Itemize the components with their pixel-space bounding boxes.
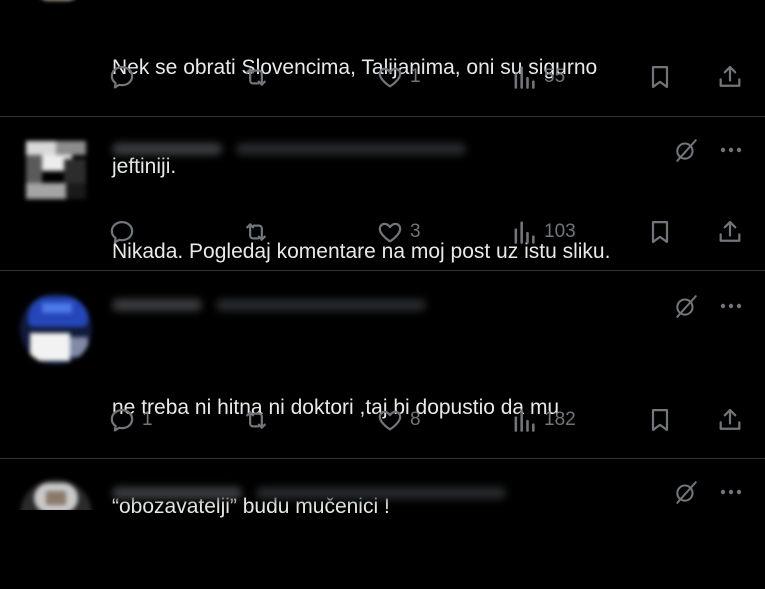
more-icon[interactable] <box>717 137 745 163</box>
bookmark-button[interactable] <box>646 405 674 435</box>
action-bar: 1 55 <box>108 62 748 92</box>
like-button[interactable]: 1 <box>376 62 421 92</box>
bookmark-icon <box>651 408 669 432</box>
blurred-author-name <box>112 143 222 155</box>
reply-button[interactable]: 1 <box>108 405 153 435</box>
views-button[interactable]: 55 <box>510 62 565 92</box>
reply-icon <box>110 220 134 244</box>
views-icon <box>514 66 535 89</box>
view-count: 182 <box>544 409 576 430</box>
blurred-author-handle <box>216 299 426 311</box>
bookmark-button[interactable] <box>646 62 674 92</box>
reply-icon <box>110 65 134 89</box>
post-header[interactable] <box>112 137 532 159</box>
reply-count: 1 <box>142 409 153 430</box>
post-1[interactable]: Nikada. Pogledaj komentare na moj post u… <box>0 117 765 270</box>
share-icon <box>719 220 741 242</box>
like-icon <box>378 410 402 431</box>
views-icon <box>514 409 535 432</box>
post-header[interactable] <box>112 293 532 315</box>
repost-button[interactable] <box>242 217 270 247</box>
post-3[interactable] <box>0 459 765 510</box>
views-button[interactable]: 182 <box>510 405 576 435</box>
post-header[interactable] <box>112 481 532 503</box>
bookmark-button[interactable] <box>646 217 674 247</box>
share-button[interactable] <box>716 217 744 247</box>
like-button[interactable]: 8 <box>376 405 421 435</box>
repost-button[interactable] <box>242 62 270 92</box>
post-text: ne treba ni hitna ni doktori ,taj bi dop… <box>112 396 560 518</box>
reply-button[interactable] <box>108 217 142 247</box>
like-icon <box>378 67 402 88</box>
action-bar: 3 103 <box>108 217 748 247</box>
reply-button[interactable] <box>108 62 142 92</box>
blurred-author-name <box>112 299 202 311</box>
bookmark-icon <box>651 220 669 244</box>
share-button[interactable] <box>716 405 744 435</box>
share-icon <box>719 65 741 87</box>
views-icon <box>514 221 535 244</box>
view-count: 55 <box>544 66 566 87</box>
action-bar: 1 8 182 <box>108 405 748 435</box>
view-count: 103 <box>544 221 576 242</box>
more-icon[interactable] <box>717 479 745 505</box>
blurred-author-name <box>112 487 242 499</box>
like-count: 8 <box>410 409 421 430</box>
repost-icon <box>246 68 266 86</box>
more-icon[interactable] <box>717 293 745 319</box>
bookmark-icon <box>651 65 669 89</box>
grok-icon[interactable] <box>673 293 699 319</box>
like-icon <box>378 222 402 243</box>
post-0[interactable]: Nek se obrati Slovencima, Talijanima, on… <box>0 0 765 178</box>
share-button[interactable] <box>716 62 744 92</box>
avatar[interactable] <box>20 293 92 365</box>
reply-icon <box>110 408 134 432</box>
post-2[interactable]: ne treba ni hitna ni doktori ,taj bi dop… <box>0 271 765 518</box>
like-count: 1 <box>410 66 421 87</box>
avatar[interactable] <box>20 0 92 32</box>
like-button[interactable]: 3 <box>376 217 421 247</box>
share-icon <box>719 408 741 430</box>
views-button[interactable]: 103 <box>510 217 576 247</box>
repost-button[interactable] <box>242 405 270 435</box>
repost-icon <box>246 411 266 429</box>
avatar[interactable] <box>20 479 92 510</box>
blurred-author-handle <box>256 487 506 499</box>
like-count: 3 <box>410 221 421 242</box>
grok-icon[interactable] <box>673 479 699 505</box>
avatar[interactable] <box>20 135 92 207</box>
repost-icon <box>246 223 266 241</box>
blurred-author-handle <box>236 143 466 155</box>
grok-icon[interactable] <box>673 137 699 163</box>
